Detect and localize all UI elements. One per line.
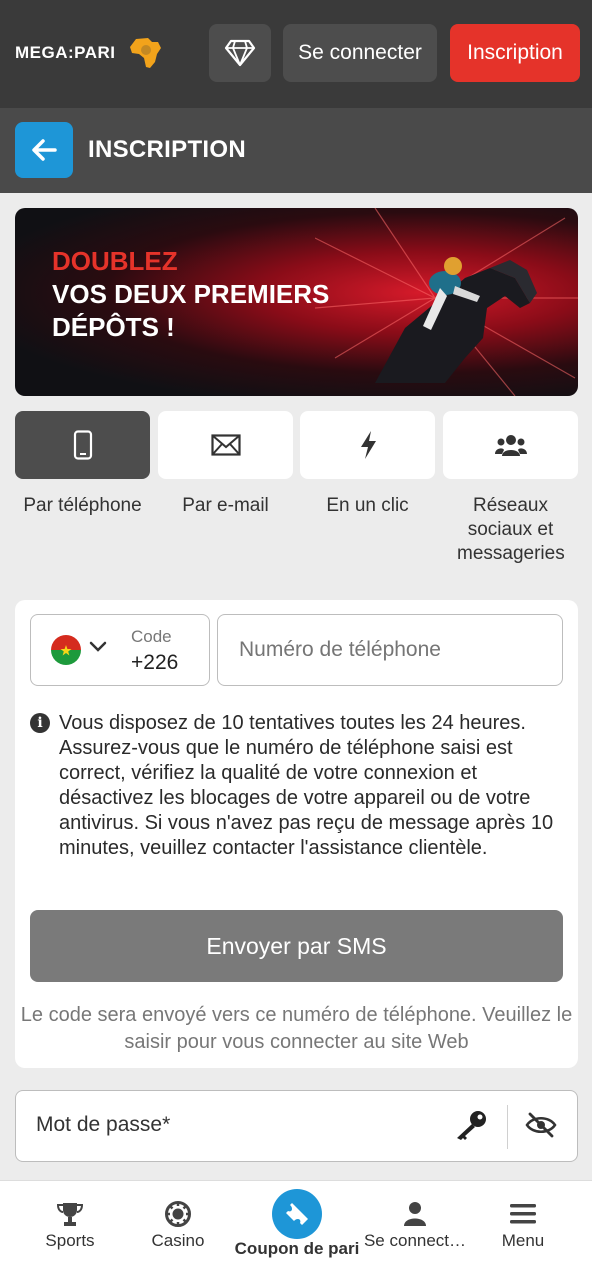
promo-banner[interactable]: DOUBLEZ VOS DEUX PREMIERS DÉPÔTS !: [15, 208, 578, 396]
login-button[interactable]: Se connecter: [283, 24, 437, 82]
banner-headline-line3: DÉPÔTS !: [52, 312, 175, 342]
nav-sports[interactable]: Sports: [11, 1181, 129, 1280]
key-icon[interactable]: [453, 1109, 489, 1141]
brand-logo[interactable]: MEGA:PARI: [15, 36, 164, 70]
page-title: INSCRIPTION: [88, 136, 246, 163]
info-icon: i: [30, 713, 50, 733]
code-value: +226: [131, 651, 179, 674]
bottom-navigation: Sports Casino Coupon de pari Se connect…: [0, 1180, 592, 1280]
banner-headline-red: DOUBLEZ: [52, 246, 178, 276]
password-placeholder: Mot de passe*: [36, 1113, 171, 1136]
country-code-selector[interactable]: Code +226: [30, 614, 210, 686]
tab-social-networks[interactable]: [443, 411, 578, 479]
title-bar: INSCRIPTION: [0, 108, 592, 193]
nav-casino[interactable]: Casino: [119, 1181, 237, 1280]
register-button[interactable]: Inscription: [450, 24, 580, 82]
envelope-icon: [210, 434, 241, 456]
top-header: MEGA:PARI Se connecter Inscription: [0, 0, 592, 108]
chevron-down-icon: [89, 641, 107, 652]
jockey-horse-illustration: [315, 208, 578, 396]
nav-label-casino: Casino: [151, 1231, 205, 1250]
nav-login[interactable]: Se connect…: [356, 1181, 474, 1280]
code-label: Code: [131, 627, 172, 646]
nav-menu[interactable]: Menu: [464, 1181, 582, 1280]
send-sms-button[interactable]: Envoyer par SMS: [30, 910, 563, 982]
nav-label-menu: Menu: [501, 1231, 545, 1250]
banner-headline-line2: VOS DEUX PREMIERS: [52, 279, 330, 309]
logo-text: MEGA:PARI: [15, 43, 116, 62]
eye-slash-icon[interactable]: [525, 1111, 557, 1139]
tab-one-click[interactable]: [300, 411, 435, 479]
africa-logo-icon: [129, 38, 161, 68]
burkina-faso-flag-icon: [51, 635, 81, 665]
password-field[interactable]: Mot de passe*: [15, 1090, 578, 1162]
password-divider: [507, 1105, 508, 1149]
tab-label-email[interactable]: Par e-mail: [158, 494, 293, 518]
phone-icon: [73, 430, 92, 460]
tab-by-phone[interactable]: [15, 411, 150, 479]
nav-label-login: Se connect…: [363, 1231, 467, 1250]
phone-number-input[interactable]: [217, 614, 563, 686]
back-button[interactable]: [15, 122, 73, 178]
sms-note-text: Le code sera envoyé vers ce numéro de té…: [20, 1004, 573, 1053]
diamond-icon: [224, 39, 256, 67]
attempts-info-text: Vous disposez de 10 tentatives toutes le…: [59, 712, 554, 859]
trophy-icon: [57, 1203, 83, 1226]
tab-label-social[interactable]: Réseaux sociaux et messageries: [443, 494, 578, 566]
poker-chip-icon: [165, 1201, 191, 1227]
vip-diamond-button[interactable]: [209, 24, 271, 82]
arrow-left-icon: [32, 139, 57, 161]
tab-label-phone[interactable]: Par téléphone: [15, 494, 150, 518]
hamburger-icon: [510, 1204, 536, 1224]
nav-label-sports: Sports: [45, 1231, 95, 1250]
ticket-icon: [286, 1203, 308, 1225]
nav-bet-slip[interactable]: [272, 1189, 322, 1239]
nav-label-bet-slip[interactable]: Coupon de pari: [226, 1239, 368, 1259]
tab-by-email[interactable]: [158, 411, 293, 479]
lightning-icon: [360, 431, 376, 459]
person-icon: [404, 1202, 426, 1226]
users-icon: [494, 435, 527, 456]
tab-label-one-click[interactable]: En un clic: [300, 494, 435, 518]
